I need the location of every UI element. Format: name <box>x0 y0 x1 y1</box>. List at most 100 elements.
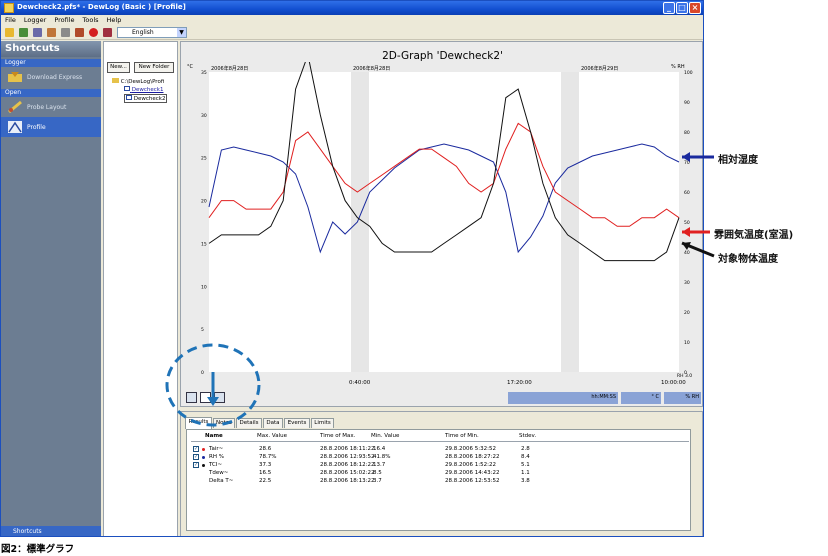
shaded-region <box>561 72 579 372</box>
right-tick-label: 40 <box>684 250 690 256</box>
tab-data[interactable]: Data <box>263 418 283 428</box>
menu-logger[interactable]: Logger <box>24 16 46 26</box>
time-readout: hh:MM:SS <box>508 392 618 404</box>
menu-profile[interactable]: Profile <box>54 16 74 26</box>
row-checkbox[interactable]: ✓ <box>193 462 199 468</box>
tab-events[interactable]: Events <box>284 418 310 428</box>
annotation-object-temp: 対象物体温度 <box>718 254 778 265</box>
language-select[interactable]: English ▼ <box>117 27 187 38</box>
app-icon <box>4 3 14 13</box>
sidebar-category-open[interactable]: Open <box>1 89 101 97</box>
col-min: Min. Value <box>371 433 400 439</box>
chart-view-icon[interactable] <box>214 392 225 403</box>
cell-tmin: 29.8.2006 14:43:22 <box>445 470 500 476</box>
right-tick-label: 70 <box>684 160 690 166</box>
cell-min: 16.4 <box>373 446 386 452</box>
plot-area <box>209 72 679 372</box>
export-icon[interactable] <box>33 28 42 37</box>
graph-title: 2D-Graph 'Dewcheck2' <box>382 50 503 62</box>
right-axis-unit: % RH <box>671 64 685 70</box>
settings-icon[interactable] <box>61 28 70 37</box>
save-icon[interactable] <box>19 28 28 37</box>
left-tick-label: 25 <box>201 156 207 162</box>
left-tick-label: 30 <box>201 113 207 119</box>
x-tick-1: 0:40:00 <box>349 380 371 386</box>
right-tick-label: 0 <box>684 370 687 376</box>
tab-results[interactable]: Results <box>185 417 212 429</box>
tree-item-dewcheck2[interactable]: Dewcheck2 <box>124 94 168 103</box>
help-icon[interactable] <box>89 28 98 37</box>
menu-bar: File Logger Profile Tools Help <box>1 15 703 26</box>
sidebar-item-probe-layout[interactable]: Probe Layout <box>1 97 101 117</box>
bar-view-icon[interactable] <box>186 392 197 403</box>
logger-icon[interactable] <box>47 28 56 37</box>
results-panel: Results Notes Details Data Events Limits… <box>180 411 703 536</box>
cell-min: 41.8% <box>373 454 391 460</box>
left-tick-label: 35 <box>201 70 207 76</box>
sidebar-item-label: Profile <box>27 123 46 131</box>
tab-limits[interactable]: Limits <box>311 418 334 428</box>
menu-help[interactable]: Help <box>107 16 122 26</box>
cell-max: 22.5 <box>259 478 272 484</box>
tree-root[interactable]: C:\DewLog\Profi <box>112 78 164 85</box>
right-tick-label: 60 <box>684 190 690 196</box>
print-icon[interactable] <box>75 28 84 37</box>
top-date-1: 2006年8月28日 <box>211 65 248 72</box>
book-icon[interactable] <box>103 28 112 37</box>
menu-file[interactable]: File <box>5 16 16 26</box>
profile-view-icon[interactable] <box>200 392 211 403</box>
sidebar-category-logger[interactable]: Logger <box>1 59 101 67</box>
cell-name: Delta T~ <box>209 478 234 484</box>
tab-notes[interactable]: Notes <box>213 418 235 428</box>
right-axis: 1009080706050403020100 <box>684 70 693 376</box>
chevron-down-icon[interactable]: ▼ <box>177 28 186 37</box>
cell-tmin: 29.8.2006 1:52:22 <box>445 462 496 468</box>
right-tick-label: 100 <box>684 70 693 76</box>
left-tick-label: 10 <box>201 284 207 290</box>
sidebar-item-profile[interactable]: Profile <box>1 117 101 137</box>
annotation-ambient-temp: 雰囲気温度(室温) <box>714 230 794 241</box>
title-bar: Dewcheck2.pfs* - DewLog (Basic ) [Profil… <box>1 1 703 15</box>
folder-icon <box>112 78 119 83</box>
shaded-region <box>351 72 369 372</box>
series-marker-icon <box>202 464 205 467</box>
line-chart[interactable]: °C % RH 2006年8月28日 2006年8月28日 2006年8月29日… <box>181 62 702 406</box>
minimize-button[interactable]: _ <box>663 2 675 14</box>
new-folder-button[interactable]: New Folder <box>134 62 174 73</box>
results-table: Name Max. Value Time of Max. Min. Value … <box>186 429 691 531</box>
tab-details[interactable]: Details <box>236 418 262 428</box>
cell-stdev: 8.4 <box>521 454 530 460</box>
top-date-3: 2006年8月29日 <box>581 65 618 72</box>
cell-tmin: 28.8.2006 18:27:22 <box>445 454 500 460</box>
sidebar-item-download-express[interactable]: Download Express <box>1 67 101 87</box>
cell-name: Tdew~ <box>209 470 229 476</box>
toolbar: English ▼ <box>1 26 703 40</box>
profile-file-icon <box>126 95 132 100</box>
left-tick-label: 0 <box>201 370 204 376</box>
cell-max: 16.5 <box>259 470 272 476</box>
cell-name: Tair~ <box>209 446 224 452</box>
shortcuts-sidebar: Shortcuts Logger Download Express Open P… <box>1 41 101 536</box>
maximize-button[interactable]: □ <box>676 2 688 14</box>
open-icon[interactable] <box>5 28 14 37</box>
row-checkbox[interactable]: ✓ <box>193 454 199 460</box>
right-tick-label: 30 <box>684 280 690 286</box>
window-title: Dewcheck2.pfs* - DewLog (Basic ) [Profil… <box>17 3 186 11</box>
right-tick-label: 50 <box>684 220 690 226</box>
shortcuts-footer[interactable]: Shortcuts <box>1 526 101 536</box>
menu-tools[interactable]: Tools <box>83 16 99 26</box>
download-express-icon <box>8 72 22 82</box>
close-button[interactable]: × <box>689 2 701 14</box>
sidebar-title: Shortcuts <box>1 41 101 57</box>
row-checkbox[interactable]: ✓ <box>193 446 199 452</box>
cell-max: 37.3 <box>259 462 272 468</box>
x-tick-2: 17:20:00 <box>507 380 532 386</box>
cell-max: 78.7% <box>259 454 277 460</box>
tree-item-dewcheck1[interactable]: Dewcheck1 <box>124 86 163 93</box>
new-button[interactable]: New... <box>107 62 130 73</box>
profile-file-icon <box>124 86 130 91</box>
sidebar-item-label: Probe Layout <box>27 103 67 111</box>
right-tick-label: 10 <box>684 340 690 346</box>
col-stdev: Stdev. <box>519 433 537 439</box>
cell-max: 28.6 <box>259 446 272 452</box>
